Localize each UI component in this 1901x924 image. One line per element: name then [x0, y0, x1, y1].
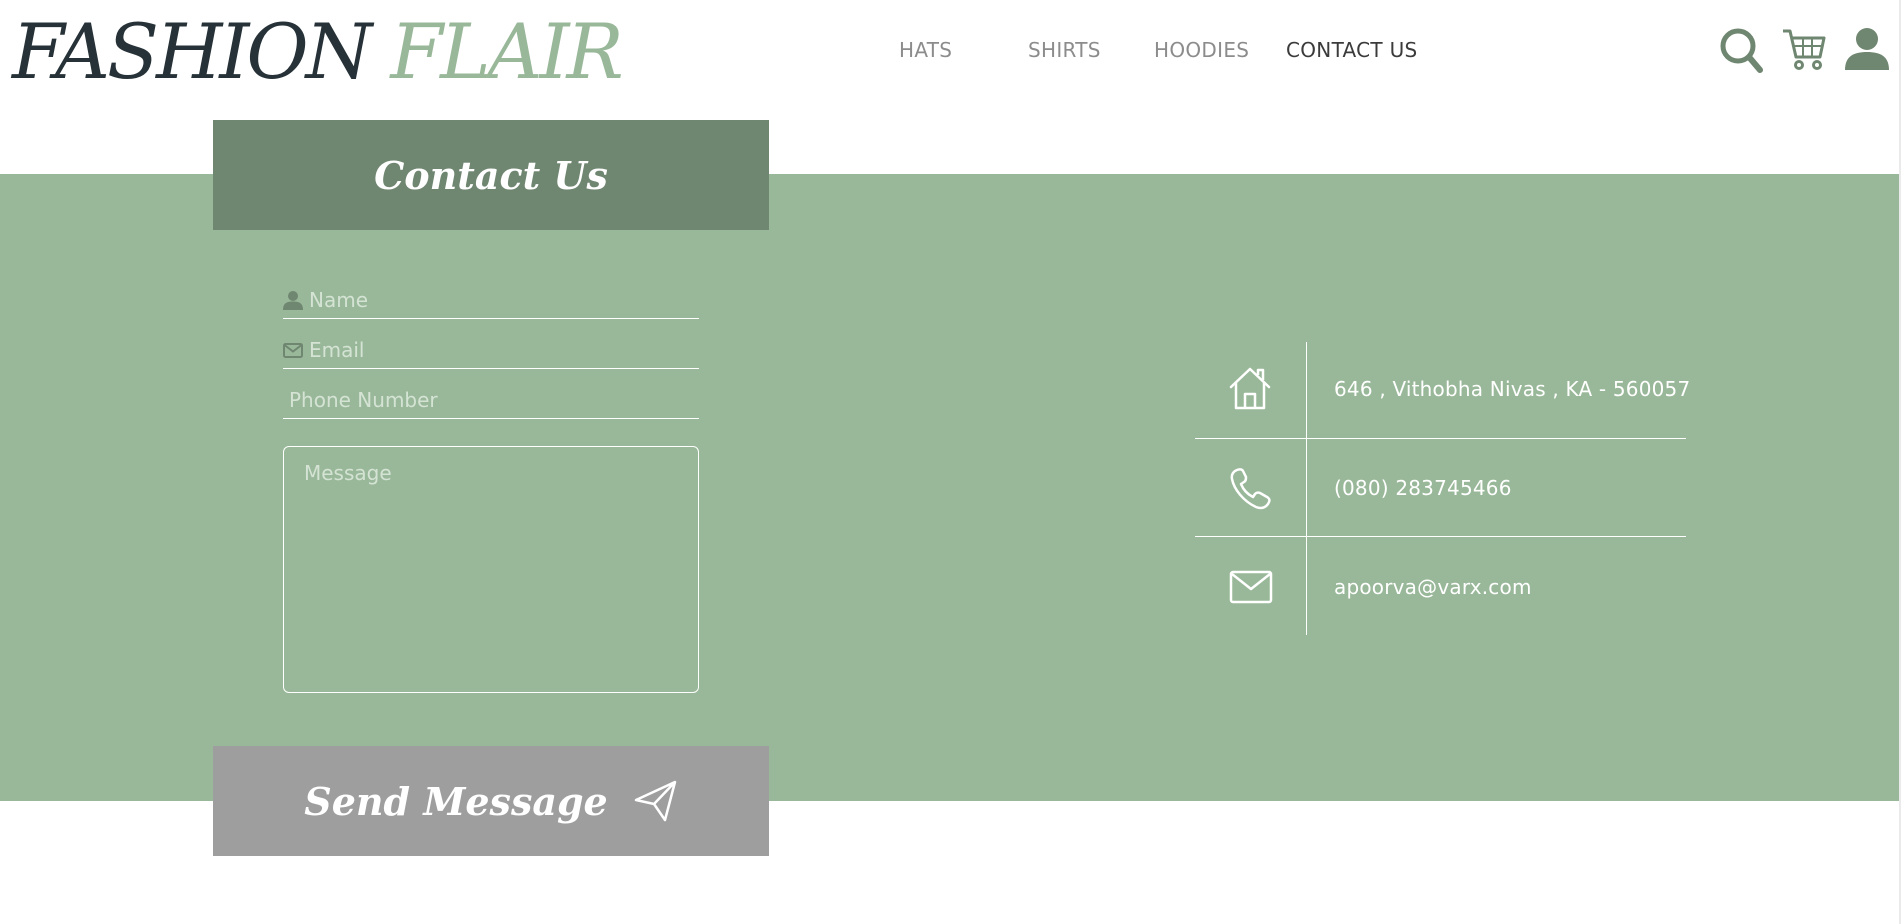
brand-name-part1: FASHION: [12, 7, 372, 96]
send-message-label: Send Message: [304, 778, 608, 824]
phone-field-row: [283, 382, 699, 419]
email-field-row: [283, 332, 699, 369]
phone-icon: [1229, 467, 1273, 515]
nav-hats[interactable]: HATS: [899, 38, 952, 62]
brand-logo[interactable]: FASHION FLAIR: [12, 12, 624, 92]
nav-shirts[interactable]: SHIRTS: [1028, 38, 1101, 62]
info-divider-vertical: [1306, 342, 1307, 635]
name-field-row: [283, 282, 699, 319]
home-icon: [1228, 365, 1272, 415]
send-message-button[interactable]: Send Message: [213, 746, 769, 856]
phone-text: (080) 283745466: [1334, 476, 1512, 500]
name-input[interactable]: [303, 288, 699, 312]
contact-heading-box: Contact Us: [213, 120, 769, 230]
person-icon: [283, 290, 303, 310]
mail-icon: [283, 340, 303, 360]
nav-contact-us[interactable]: CONTACT US: [1286, 38, 1418, 62]
email-input[interactable]: [303, 338, 699, 362]
info-divider-2: [1195, 536, 1686, 537]
message-box: [283, 446, 699, 693]
envelope-icon: [1229, 569, 1273, 609]
email-text: apoorva@varx.com: [1334, 575, 1532, 599]
message-textarea[interactable]: [284, 447, 698, 692]
address-text: 646 , Vithobha Nivas , KA - 560057: [1334, 377, 1691, 401]
contact-heading: Contact Us: [374, 152, 608, 198]
info-divider-1: [1195, 438, 1686, 439]
phone-input[interactable]: [283, 388, 699, 412]
brand-name-part2: FLAIR: [390, 7, 623, 96]
send-plane-icon: [634, 780, 676, 822]
user-icon[interactable]: [1844, 26, 1890, 76]
nav-hoodies[interactable]: HOODIES: [1154, 38, 1249, 62]
search-icon[interactable]: [1720, 26, 1764, 78]
cart-icon[interactable]: [1781, 26, 1827, 76]
